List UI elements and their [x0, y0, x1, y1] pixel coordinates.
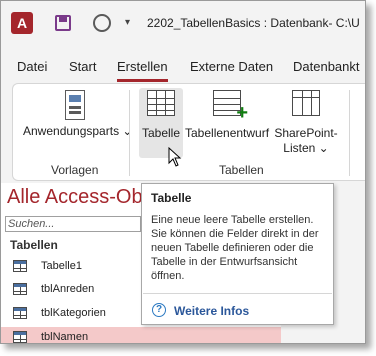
table-icon	[147, 90, 175, 116]
table-icon	[13, 260, 27, 272]
nav-item-label: Tabelle1	[41, 260, 82, 272]
sharepoint-listen-button[interactable]: SharePoint- Listen ⌄	[269, 90, 343, 156]
access-app-icon: A	[11, 12, 33, 34]
group-label-tabellen: Tabellen	[219, 163, 264, 177]
access-window: A ▾ 2202_TabellenBasics : Datenbank- C:\…	[0, 0, 366, 344]
nav-pane-title[interactable]: Alle Access-Ob	[7, 186, 143, 209]
nav-item-label: tblAnreden	[41, 283, 95, 295]
table-icon	[13, 331, 27, 343]
tab-datenbanktools[interactable]: Datenbankt	[293, 59, 360, 74]
sync-icon[interactable]	[93, 14, 111, 32]
ribbon-tabs: Datei Start Erstellen Externe Daten Date…	[1, 53, 365, 82]
tabellenentwurf-button[interactable]: Tabellenentwurf	[185, 90, 269, 141]
nav-item-table-selected[interactable]: tblNamen	[1, 327, 281, 343]
weitere-infos-link[interactable]: Weitere Infos	[174, 304, 249, 318]
tab-externe-daten[interactable]: Externe Daten	[190, 59, 273, 74]
nav-item-label: tblNamen	[41, 331, 89, 343]
nav-item-label: tblKategorien	[41, 307, 106, 319]
window-title: 2202_TabellenBasics : Datenbank- C:\U	[147, 16, 360, 30]
sharepoint-label-line1: SharePoint-	[274, 126, 338, 140]
sharepoint-list-icon	[292, 90, 320, 116]
tooltip-divider	[143, 293, 332, 294]
quick-access-dropdown-icon[interactable]: ▾	[125, 17, 130, 28]
nav-search-input[interactable]: Suchen...	[5, 216, 141, 232]
sharepoint-label-line2: Listen ⌄	[283, 141, 329, 155]
title-bar: A ▾ 2202_TabellenBasics : Datenbank- C:\…	[1, 1, 365, 45]
tabellenentwurf-label: Tabellenentwurf	[185, 126, 270, 140]
anwendungsparts-label: Anwendungsparts ⌄	[23, 124, 133, 138]
group-label-vorlagen: Vorlagen	[51, 163, 99, 177]
table-icon	[13, 283, 27, 295]
group-separator	[349, 90, 350, 176]
group-separator	[129, 90, 130, 176]
ribbon-panel: Anwendungsparts ⌄ Vorlagen Tabelle Tabel…	[12, 83, 365, 181]
tooltip-title: Tabelle	[151, 191, 192, 205]
mouse-cursor-icon	[168, 147, 182, 167]
application-parts-icon	[65, 90, 85, 120]
anwendungsparts-button[interactable]: Anwendungsparts ⌄	[23, 90, 133, 139]
tab-start[interactable]: Start	[69, 59, 96, 74]
save-icon[interactable]	[55, 15, 71, 31]
tab-datei[interactable]: Datei	[17, 59, 47, 74]
help-icon[interactable]: ?	[152, 303, 166, 317]
tab-erstellen[interactable]: Erstellen	[117, 59, 168, 82]
tabelle-label: Tabelle	[141, 126, 181, 140]
tooltip-tabelle: Tabelle Eine neue leere Tabelle erstelle…	[141, 183, 334, 325]
tooltip-body: Eine neue leere Tabelle erstellen. Sie k…	[151, 214, 319, 282]
table-design-icon	[213, 90, 248, 125]
table-icon	[13, 307, 27, 319]
nav-group-tabellen[interactable]: Tabellen	[10, 238, 58, 252]
